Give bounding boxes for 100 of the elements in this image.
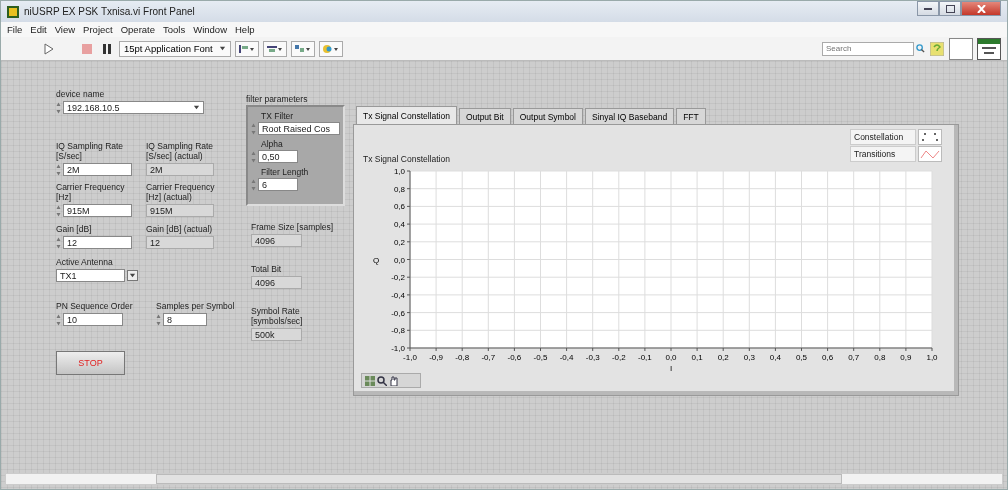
- x-tick-label: -0,5: [533, 353, 548, 362]
- y-tick-label: 0,0: [393, 255, 405, 265]
- control-label: Carrier Frequency [Hz] (actual): [146, 182, 216, 202]
- app-icon: [7, 5, 19, 18]
- vi-icon[interactable]: [977, 37, 1001, 60]
- numeric-indicator: 2M: [146, 163, 214, 176]
- connector-pane[interactable]: [949, 37, 973, 60]
- hand-icon[interactable]: [389, 375, 399, 386]
- help-icon[interactable]: [929, 40, 945, 57]
- x-tick-label: 0,3: [743, 353, 755, 362]
- numeric-field[interactable]: 0,50: [258, 150, 298, 163]
- horizontal-scrollbar[interactable]: [5, 473, 1003, 485]
- tab[interactable]: Tx Signal Constellation: [356, 106, 457, 124]
- control-label: Total Bit: [251, 264, 283, 274]
- incrementer-icon[interactable]: [56, 163, 61, 176]
- distribute-icon[interactable]: [262, 40, 287, 57]
- y-tick-label: 0,6: [393, 202, 405, 212]
- control-label: Samples per Symbol: [156, 301, 235, 311]
- incrementer-icon[interactable]: [56, 236, 61, 249]
- numeric-field[interactable]: 8: [163, 313, 207, 326]
- resize-icon[interactable]: [290, 40, 315, 57]
- incrementer-icon[interactable]: [56, 204, 61, 217]
- align-icon[interactable]: [234, 40, 259, 57]
- control-label: Active Antenna: [56, 257, 114, 267]
- caret-icon[interactable]: [193, 104, 200, 111]
- cluster-label: filter parameters: [246, 94, 308, 104]
- incrementer-icon[interactable]: [156, 313, 161, 326]
- x-tick-label: -0,8: [455, 353, 470, 362]
- x-tick-label: 0,1: [691, 353, 703, 362]
- points-icon[interactable]: [918, 129, 942, 145]
- x-tick-label: 0,2: [717, 353, 729, 362]
- x-tick-label: 0,6: [822, 353, 834, 362]
- close-icon[interactable]: [976, 4, 986, 13]
- tab[interactable]: Sinyal IQ Baseband: [585, 108, 675, 124]
- menu-item[interactable]: Operate: [120, 24, 155, 35]
- x-axis-label: I: [669, 364, 673, 372]
- stop-button[interactable]: STOP: [56, 351, 125, 375]
- x-tick-label: 1,0: [926, 353, 938, 362]
- numeric-indicator: 500k: [251, 328, 302, 341]
- x-tick-label: -0,7: [481, 353, 496, 362]
- numeric-indicator: 4096: [251, 276, 302, 289]
- y-tick-label: 0,4: [393, 220, 405, 230]
- numeric-indicator: 915M: [146, 204, 214, 217]
- control-label: TX Filter: [260, 111, 295, 121]
- graph-palette[interactable]: [361, 373, 421, 388]
- control-label: device name: [56, 89, 106, 99]
- incrementer-icon[interactable]: [56, 313, 61, 326]
- x-tick-label: -0,9: [429, 353, 443, 362]
- reorder-icon[interactable]: [318, 40, 343, 57]
- y-tick-label: 1,0: [393, 167, 405, 176]
- x-tick-label: -0,1: [638, 353, 652, 362]
- numeric-field[interactable]: 915M: [63, 204, 132, 217]
- incrementer-icon[interactable]: [56, 101, 61, 114]
- x-tick-label: 0,4: [769, 353, 781, 362]
- x-tick-label: 0,0: [665, 353, 677, 362]
- graph-title: Tx Signal Constellation: [363, 154, 450, 164]
- x-tick-label: 0,5: [795, 353, 808, 362]
- close-button[interactable]: [961, 1, 1001, 16]
- tab[interactable]: Output Bit: [458, 108, 511, 124]
- maximize-button[interactable]: [939, 1, 961, 16]
- legend-label: Constellation: [850, 129, 916, 145]
- search-icon[interactable]: [916, 44, 925, 53]
- menu-item[interactable]: Project: [83, 24, 113, 35]
- caret-icon[interactable]: [218, 45, 226, 52]
- menu-item[interactable]: Help: [235, 24, 255, 35]
- search-field[interactable]: Search: [822, 41, 914, 56]
- numeric-field[interactable]: Root Raised Cos: [258, 122, 340, 135]
- menu-item[interactable]: View: [54, 24, 76, 35]
- legend-label: Transitions: [850, 146, 916, 162]
- numeric-field[interactable]: 10: [63, 313, 123, 326]
- menu-item[interactable]: Window: [193, 24, 227, 35]
- antenna-field[interactable]: TX1: [56, 269, 125, 282]
- tab[interactable]: Output Symbol: [512, 108, 583, 124]
- device-dropdown[interactable]: 192.168.10.5: [63, 101, 204, 114]
- numeric-field[interactable]: 2M: [63, 163, 132, 176]
- control-label: Filter Length: [260, 167, 310, 177]
- x-tick-label: 0,7: [848, 353, 860, 362]
- x-tick-label: -1,0: [403, 353, 417, 362]
- tab[interactable]: FFT: [676, 108, 706, 124]
- x-tick-label: -0,3: [585, 353, 600, 362]
- numeric-indicator: 12: [146, 236, 214, 249]
- numeric-field[interactable]: 6: [258, 178, 298, 191]
- control-label: IQ Sampling Rate [S/sec] (actual): [146, 141, 215, 161]
- font-dropdown[interactable]: 15pt Application Font: [119, 40, 231, 57]
- menu-item[interactable]: Edit: [30, 24, 47, 35]
- menu-item[interactable]: Tools: [163, 24, 186, 35]
- numeric-field[interactable]: 12: [63, 236, 132, 249]
- menu-item[interactable]: File: [7, 24, 23, 35]
- y-tick-label: -0,4: [391, 290, 405, 300]
- maximize-icon[interactable]: [945, 4, 955, 13]
- minimize-icon[interactable]: [924, 7, 932, 10]
- zoom-icon[interactable]: [377, 375, 387, 386]
- minimize-button[interactable]: [917, 1, 939, 16]
- control-label: IQ Sampling Rate [S/sec]: [56, 141, 125, 161]
- control-label: PN Sequence Order: [56, 301, 133, 311]
- control-label: Gain [dB]: [56, 224, 93, 234]
- control-label: Alpha: [260, 139, 284, 149]
- control-label: Carrier Frequency [Hz]: [56, 182, 126, 202]
- y-axis-label: Q: [372, 255, 380, 265]
- control-label: Symbol Rate [symbols/sec]: [251, 306, 304, 326]
